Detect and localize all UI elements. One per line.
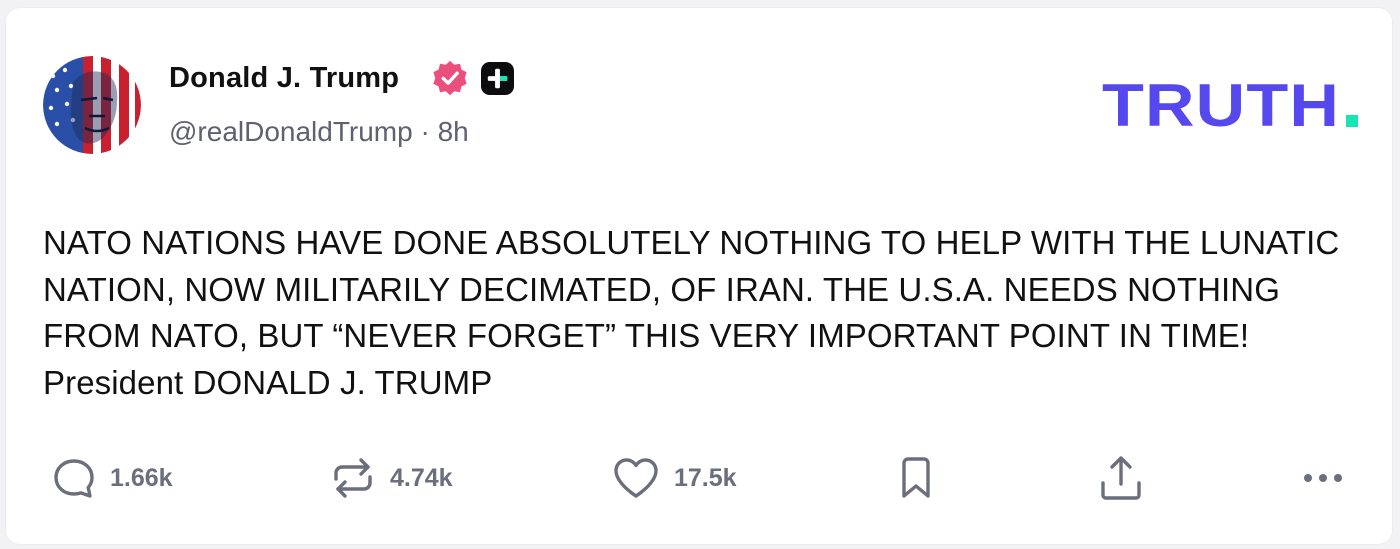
action-bar: 1.66k 4.74k 17.5k [6, 448, 1392, 508]
bookmark-button[interactable] [898, 448, 934, 508]
post-body: NATO NATIONS HAVE DONE ABSOLUTELY NOTHIN… [43, 224, 1340, 401]
more-options-button[interactable] [1300, 448, 1346, 508]
avatar[interactable] [43, 56, 141, 154]
post-age[interactable]: 8h [438, 116, 469, 147]
bookmark-icon [902, 457, 930, 498]
post-card: Donald J. Trump @realDonaldTrump · 8h TR… [6, 8, 1392, 544]
share-icon [1101, 456, 1141, 500]
separator-dot: · [420, 116, 430, 147]
more-icon [1304, 474, 1342, 482]
logo-text: TRUTH [1102, 74, 1340, 134]
logo-dot-icon [1346, 115, 1358, 127]
plus-badge-icon [481, 62, 514, 95]
reply-button[interactable]: 1.66k [52, 448, 173, 508]
retruth-button[interactable]: 4.74k [330, 448, 453, 508]
truth-social-logo[interactable]: TRUTH [1102, 74, 1367, 134]
heart-icon [614, 458, 658, 498]
display-name[interactable]: Donald J. Trump [169, 62, 399, 95]
like-button[interactable]: 17.5k [612, 448, 737, 508]
reply-count: 1.66k [110, 463, 173, 492]
retruth-icon [334, 458, 372, 498]
username-handle[interactable]: @realDonaldTrump [169, 116, 413, 147]
retruth-count: 4.74k [390, 463, 453, 492]
reply-icon [54, 459, 94, 498]
verified-badge-icon [433, 60, 467, 96]
handle-line: @realDonaldTrump · 8h [169, 116, 469, 148]
share-button[interactable] [1098, 448, 1144, 508]
like-count: 17.5k [674, 463, 737, 492]
avatar-image [43, 56, 141, 154]
